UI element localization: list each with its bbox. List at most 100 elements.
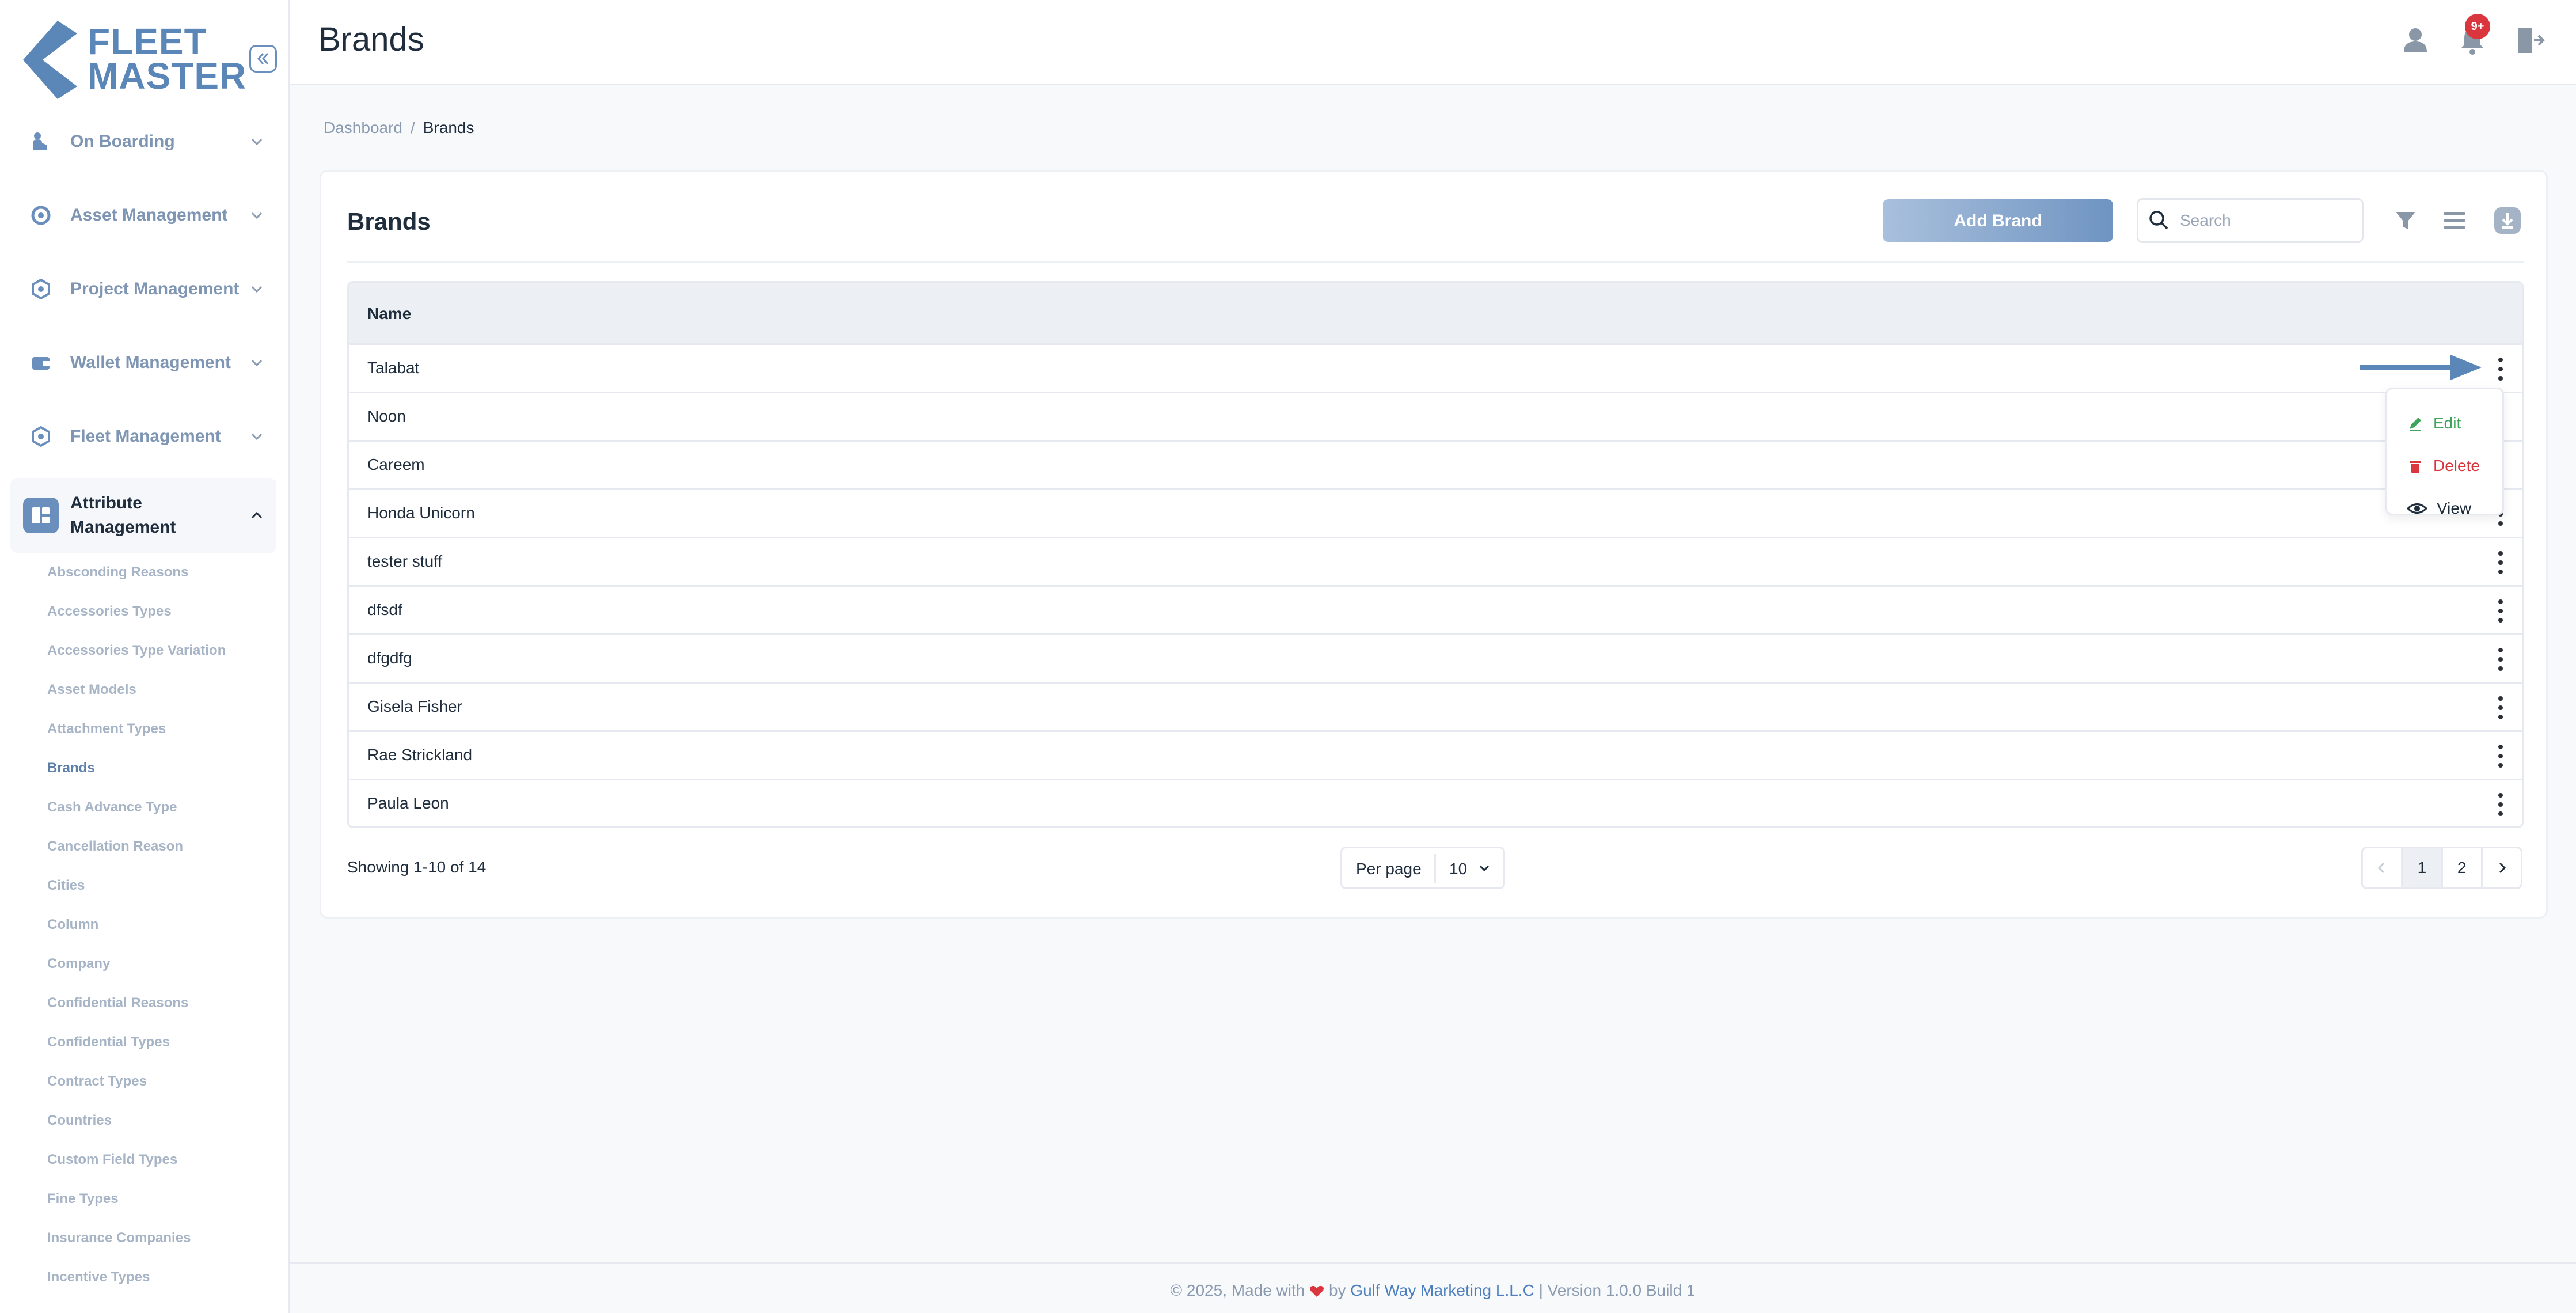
next-page-button[interactable] bbox=[2483, 848, 2521, 887]
sidebar-subitem[interactable]: Company bbox=[47, 954, 110, 974]
table-row[interactable]: Honda Unicorn bbox=[349, 488, 2522, 537]
row-action-menu: Edit Delete View bbox=[2385, 388, 2504, 517]
table-row[interactable]: Paula Leon bbox=[349, 779, 2522, 826]
prev-page-button[interactable] bbox=[2363, 848, 2403, 887]
per-page-select[interactable]: Per page 10 bbox=[1340, 847, 1505, 889]
column-header-name[interactable]: Name bbox=[367, 302, 411, 325]
kebab-menu-icon[interactable] bbox=[2497, 791, 2505, 818]
annotation-arrow-icon bbox=[2360, 355, 2482, 380]
sidebar-subitem[interactable]: Accessories Types bbox=[47, 602, 172, 621]
table-row[interactable]: Talabat bbox=[349, 343, 2522, 392]
sidebar-subitem[interactable]: Custom Field Types bbox=[47, 1150, 177, 1170]
brand-name-cell: Careem bbox=[367, 456, 425, 473]
notification-badge: 9+ bbox=[2465, 14, 2490, 39]
breadcrumb-current: Brands bbox=[423, 119, 474, 136]
columns-list-icon[interactable] bbox=[2440, 206, 2469, 235]
add-brand-button[interactable]: Add Brand bbox=[1883, 199, 2113, 242]
kebab-menu-icon[interactable] bbox=[2497, 355, 2505, 383]
page-button-2[interactable]: 2 bbox=[2443, 848, 2483, 887]
sidebar-subitem[interactable]: Fine Types bbox=[47, 1189, 119, 1209]
footer-version: | Version 1.0.0 Build 1 bbox=[1538, 1281, 1696, 1299]
filter-icon[interactable] bbox=[2391, 206, 2420, 235]
kebab-menu-icon[interactable] bbox=[2497, 549, 2505, 576]
sidebar-item-label: Asset Management bbox=[70, 206, 228, 225]
footer: © 2025, Made with by Gulf Way Marketing … bbox=[290, 1262, 2576, 1313]
sidebar-item-fleet-management[interactable]: Fleet Management bbox=[10, 405, 276, 468]
sidebar-subitem[interactable]: Brands bbox=[47, 758, 95, 778]
download-icon[interactable] bbox=[2493, 206, 2522, 235]
table-row[interactable]: Noon bbox=[349, 392, 2522, 440]
project-icon bbox=[23, 271, 59, 307]
logout-icon[interactable] bbox=[2512, 23, 2547, 58]
chevron-up-icon bbox=[251, 511, 263, 519]
sidebar-subitem[interactable]: Accessories Type Variation bbox=[47, 641, 226, 661]
onboarding-icon bbox=[23, 124, 59, 160]
table-row[interactable]: dfgdfg bbox=[349, 633, 2522, 682]
sidebar-item-label: Fleet Management bbox=[70, 427, 221, 446]
brands-card: Brands Add Brand Name Talabat Noon Careem H… bbox=[320, 170, 2548, 919]
brand-name-cell: Noon bbox=[367, 407, 406, 425]
wallet-icon bbox=[23, 345, 59, 381]
search-input[interactable] bbox=[2179, 211, 2354, 230]
logo-text: FLEET MASTER bbox=[88, 23, 246, 94]
search-box[interactable] bbox=[2137, 198, 2364, 243]
table-row[interactable]: Gisela Fisher bbox=[349, 682, 2522, 730]
table-row[interactable]: dfsdf bbox=[349, 585, 2522, 633]
sidebar-subitem[interactable]: Column bbox=[47, 915, 98, 935]
sidebar-item-label: Wallet Management bbox=[70, 353, 231, 372]
breadcrumb-dashboard-link[interactable]: Dashboard bbox=[324, 119, 402, 136]
sidebar-item-project-management[interactable]: Project Management bbox=[10, 257, 276, 321]
kebab-menu-icon[interactable] bbox=[2497, 646, 2505, 673]
brands-table: Name Talabat Noon Careem Honda Unicorn teste… bbox=[347, 281, 2524, 828]
logo[interactable]: FLEET MASTER bbox=[23, 21, 246, 99]
table-row[interactable]: Rae Strickland bbox=[349, 730, 2522, 779]
chevron-left-icon bbox=[2378, 862, 2385, 874]
sidebar-subitem[interactable]: Insurance Companies bbox=[47, 1228, 191, 1248]
sidebar: FLEET MASTER On Boarding Asset Managemen… bbox=[0, 0, 290, 1313]
brand-name-cell: Talabat bbox=[367, 359, 420, 377]
sidebar-item-label: Attribute Management bbox=[70, 491, 245, 540]
chevron-down-icon bbox=[251, 138, 263, 146]
sidebar-subitem[interactable]: Attachment Types bbox=[47, 719, 166, 739]
menu-item-view[interactable]: View bbox=[2407, 494, 2471, 523]
brand-name-cell: Honda Unicorn bbox=[367, 504, 475, 522]
chevron-down-icon bbox=[251, 433, 263, 441]
sidebar-item-on-boarding[interactable]: On Boarding bbox=[10, 110, 276, 173]
table-row[interactable]: tester stuff bbox=[349, 537, 2522, 585]
page-button-1[interactable]: 1 bbox=[2403, 848, 2443, 887]
footer-prefix: © 2025, Made with bbox=[1170, 1281, 1305, 1299]
chevron-right-icon bbox=[2499, 862, 2506, 874]
breadcrumb-separator: / bbox=[410, 119, 415, 136]
sidebar-subitem[interactable]: Cities bbox=[47, 876, 85, 895]
sidebar-subitem[interactable]: Absconding Reasons bbox=[47, 563, 188, 582]
brand-name-cell: dfsdf bbox=[367, 601, 402, 618]
per-page-label: Per page bbox=[1356, 860, 1422, 878]
sidebar-item-asset-management[interactable]: Asset Management bbox=[10, 184, 276, 247]
table-row[interactable]: Careem bbox=[349, 440, 2522, 488]
footer-text: © 2025, Made with by Gulf Way Marketing … bbox=[290, 1280, 2576, 1301]
sidebar-subitem[interactable]: Cancellation Reason bbox=[47, 837, 183, 856]
sidebar-collapse-button[interactable] bbox=[249, 45, 277, 73]
kebab-menu-icon[interactable] bbox=[2497, 694, 2505, 722]
chevron-down-icon bbox=[1479, 865, 1490, 872]
menu-item-delete[interactable]: Delete bbox=[2407, 451, 2480, 480]
kebab-menu-icon[interactable] bbox=[2497, 597, 2505, 625]
sidebar-subitem[interactable]: Asset Models bbox=[47, 680, 136, 700]
user-icon[interactable] bbox=[2398, 23, 2433, 58]
sidebar-subitem[interactable]: Contract Types bbox=[47, 1072, 147, 1091]
brand-name-cell: dfgdfg bbox=[367, 649, 412, 667]
sidebar-item-attribute-management[interactable]: Attribute Management bbox=[10, 478, 276, 553]
showing-count: Showing 1-10 of 14 bbox=[347, 858, 487, 876]
table-header: Name bbox=[349, 283, 2522, 345]
sidebar-item-wallet-management[interactable]: Wallet Management bbox=[10, 331, 276, 394]
menu-item-edit[interactable]: Edit bbox=[2407, 409, 2461, 438]
sidebar-subitem[interactable]: Countries bbox=[47, 1111, 112, 1130]
kebab-menu-icon[interactable] bbox=[2497, 742, 2505, 770]
footer-company-link[interactable]: Gulf Way Marketing L.L.C bbox=[1350, 1281, 1534, 1299]
sidebar-subitem[interactable]: Confidential Reasons bbox=[47, 993, 188, 1013]
sidebar-subitem[interactable]: Cash Advance Type bbox=[47, 798, 177, 817]
fleet-icon bbox=[23, 419, 59, 454]
top-bar: Brands bbox=[290, 0, 2576, 85]
sidebar-subitem[interactable]: Incentive Types bbox=[47, 1268, 150, 1287]
sidebar-subitem[interactable]: Confidential Types bbox=[47, 1033, 170, 1052]
